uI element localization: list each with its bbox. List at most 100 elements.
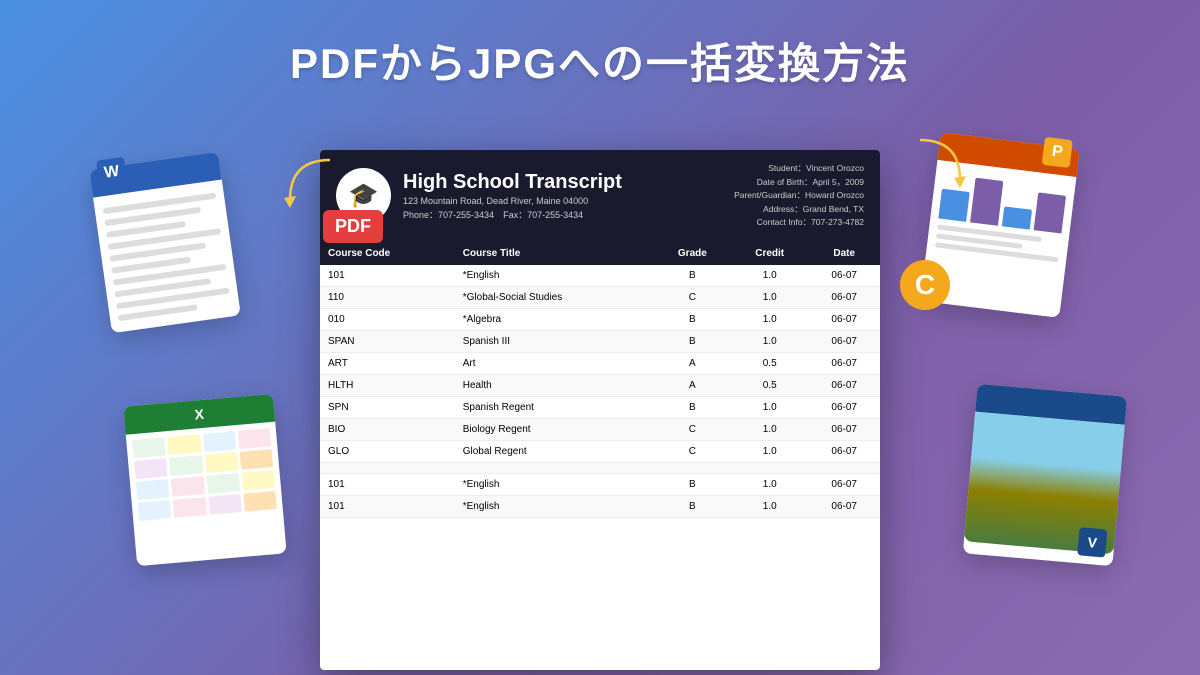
transcript-title: High School Transcript (403, 171, 622, 194)
excel-cell (134, 458, 168, 479)
table-row: GLO Global Regent C 1.0 06-07 (320, 440, 880, 462)
c-badge: C (900, 260, 950, 310)
excel-cell (243, 491, 277, 512)
cell-grade: C (654, 286, 731, 308)
cell-date: 06-07 (808, 286, 880, 308)
cell-code (320, 462, 455, 473)
student-contact: Contact Info：707-273-4782 (734, 216, 864, 230)
table-row: ART Art A 0.5 06-07 (320, 352, 880, 374)
cell-grade: B (654, 308, 731, 330)
table-row: HLTH Health A 0.5 06-07 (320, 374, 880, 396)
cell-credit: 1.0 (731, 286, 808, 308)
excel-cell (138, 500, 172, 521)
cell-title: Spanish III (455, 330, 654, 352)
ppt-p-icon: P (1042, 137, 1073, 168)
cell-date: 06-07 (808, 374, 880, 396)
cell-grade: A (654, 374, 731, 396)
table-row: BIO Biology Regent C 1.0 06-07 (320, 418, 880, 440)
excel-cell (171, 476, 205, 497)
col-header-grade: Grade (654, 242, 731, 265)
cell-grade: B (654, 265, 731, 287)
cell-code: BIO (320, 418, 455, 440)
cell-date: 06-07 (808, 330, 880, 352)
cell-date: 06-07 (808, 308, 880, 330)
cell-date: 06-07 (808, 265, 880, 287)
cell-grade (654, 462, 731, 473)
pdf-badge: PDF (323, 210, 383, 243)
cell-code: 101 (320, 473, 455, 495)
excel-grid (126, 422, 284, 528)
cell-date (808, 462, 880, 473)
cell-credit: 1.0 (731, 495, 808, 517)
cell-title: Global Regent (455, 440, 654, 462)
cell-title: Biology Regent (455, 418, 654, 440)
col-header-code: Course Code (320, 242, 455, 265)
cell-credit: 1.0 (731, 418, 808, 440)
cell-date: 06-07 (808, 440, 880, 462)
excel-icon: X (194, 406, 205, 423)
student-info: Student：Vincent Orozco Date of Birth：Apr… (734, 162, 864, 230)
table-row: SPN Spanish Regent B 1.0 06-07 (320, 396, 880, 418)
cell-code: 110 (320, 286, 455, 308)
cell-title: *English (455, 473, 654, 495)
cell-grade: B (654, 396, 731, 418)
cell-date: 06-07 (808, 473, 880, 495)
cell-title: Art (455, 352, 654, 374)
student-guardian: Parent/Guardian：Howard Orozco (734, 189, 864, 203)
school-info: High School Transcript 123 Mountain Road… (403, 171, 622, 221)
excel-document-card: X (123, 394, 286, 566)
col-header-title: Course Title (455, 242, 654, 265)
arrow-left-icon (270, 150, 350, 210)
cell-credit (731, 462, 808, 473)
cell-credit: 1.0 (731, 330, 808, 352)
visio-document-card: V (963, 384, 1127, 566)
col-header-credit: Credit (731, 242, 808, 265)
school-address: 123 Mountain Road, Dead River, Maine 040… (403, 196, 622, 206)
cell-code: HLTH (320, 374, 455, 396)
table-row: SPAN Spanish III B 1.0 06-07 (320, 330, 880, 352)
cell-credit: 1.0 (731, 396, 808, 418)
transcript-table: Course Code Course Title Grade Credit Da… (320, 242, 880, 518)
word-icon: W (96, 157, 128, 189)
transcript-header: 🎓 High School Transcript 123 Mountain Ro… (320, 150, 880, 242)
cell-code: SPAN (320, 330, 455, 352)
cell-code: 010 (320, 308, 455, 330)
cell-title: *English (455, 265, 654, 287)
cell-grade: B (654, 473, 731, 495)
table-row: 101 *English B 1.0 06-07 (320, 473, 880, 495)
cell-credit: 0.5 (731, 374, 808, 396)
cell-title: *Global-Social Studies (455, 286, 654, 308)
table-row: 110 *Global-Social Studies C 1.0 06-07 (320, 286, 880, 308)
col-header-date: Date (808, 242, 880, 265)
cell-credit: 0.5 (731, 352, 808, 374)
cell-credit: 1.0 (731, 265, 808, 287)
excel-cell (204, 452, 238, 473)
cell-grade: B (654, 330, 731, 352)
student-dob: Date of Birth：April 5，2009 (734, 176, 864, 190)
excel-cell (202, 431, 236, 452)
cell-code: SPN (320, 396, 455, 418)
cell-code: GLO (320, 440, 455, 462)
cell-code: 101 (320, 265, 455, 287)
excel-cell (208, 494, 242, 515)
excel-cell (241, 470, 275, 491)
visio-icon: V (1077, 527, 1107, 557)
excel-cell (167, 434, 201, 455)
ppt-bar (938, 189, 969, 222)
cell-code: 101 (320, 495, 455, 517)
table-header-row: Course Code Course Title Grade Credit Da… (320, 242, 880, 265)
excel-cell (239, 449, 273, 470)
word-lines (93, 179, 242, 340)
arrow-right-icon (900, 130, 980, 190)
cell-grade: B (654, 495, 731, 517)
cell-grade: C (654, 418, 731, 440)
cell-grade: A (654, 352, 731, 374)
cell-date: 06-07 (808, 396, 880, 418)
table-row: 101 *English B 1.0 06-07 (320, 495, 880, 517)
student-address: Address：Grand Bend, TX (734, 203, 864, 217)
excel-cell (136, 479, 170, 500)
table-row: 101 *English B 1.0 06-07 (320, 265, 880, 287)
word-document-card: W (89, 152, 241, 333)
table-row: 010 *Algebra B 1.0 06-07 (320, 308, 880, 330)
cell-credit: 1.0 (731, 308, 808, 330)
